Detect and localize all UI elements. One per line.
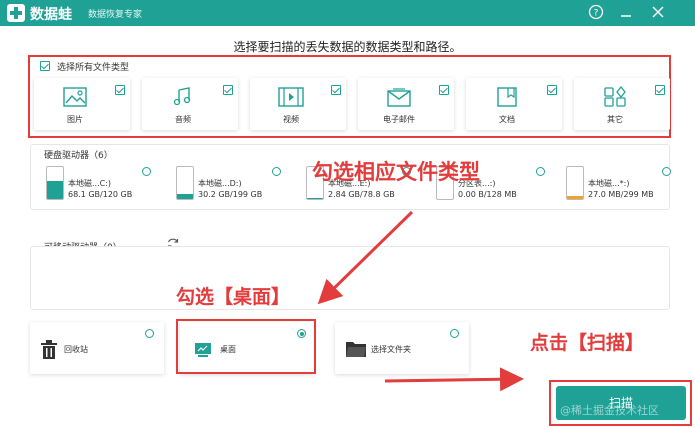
arrow-to-desktop (317, 210, 414, 305)
watermark-text: @稀土掘金技术社区 (560, 404, 659, 417)
annotation-arrows (317, 210, 524, 392)
arrow-to-scan (384, 367, 524, 392)
